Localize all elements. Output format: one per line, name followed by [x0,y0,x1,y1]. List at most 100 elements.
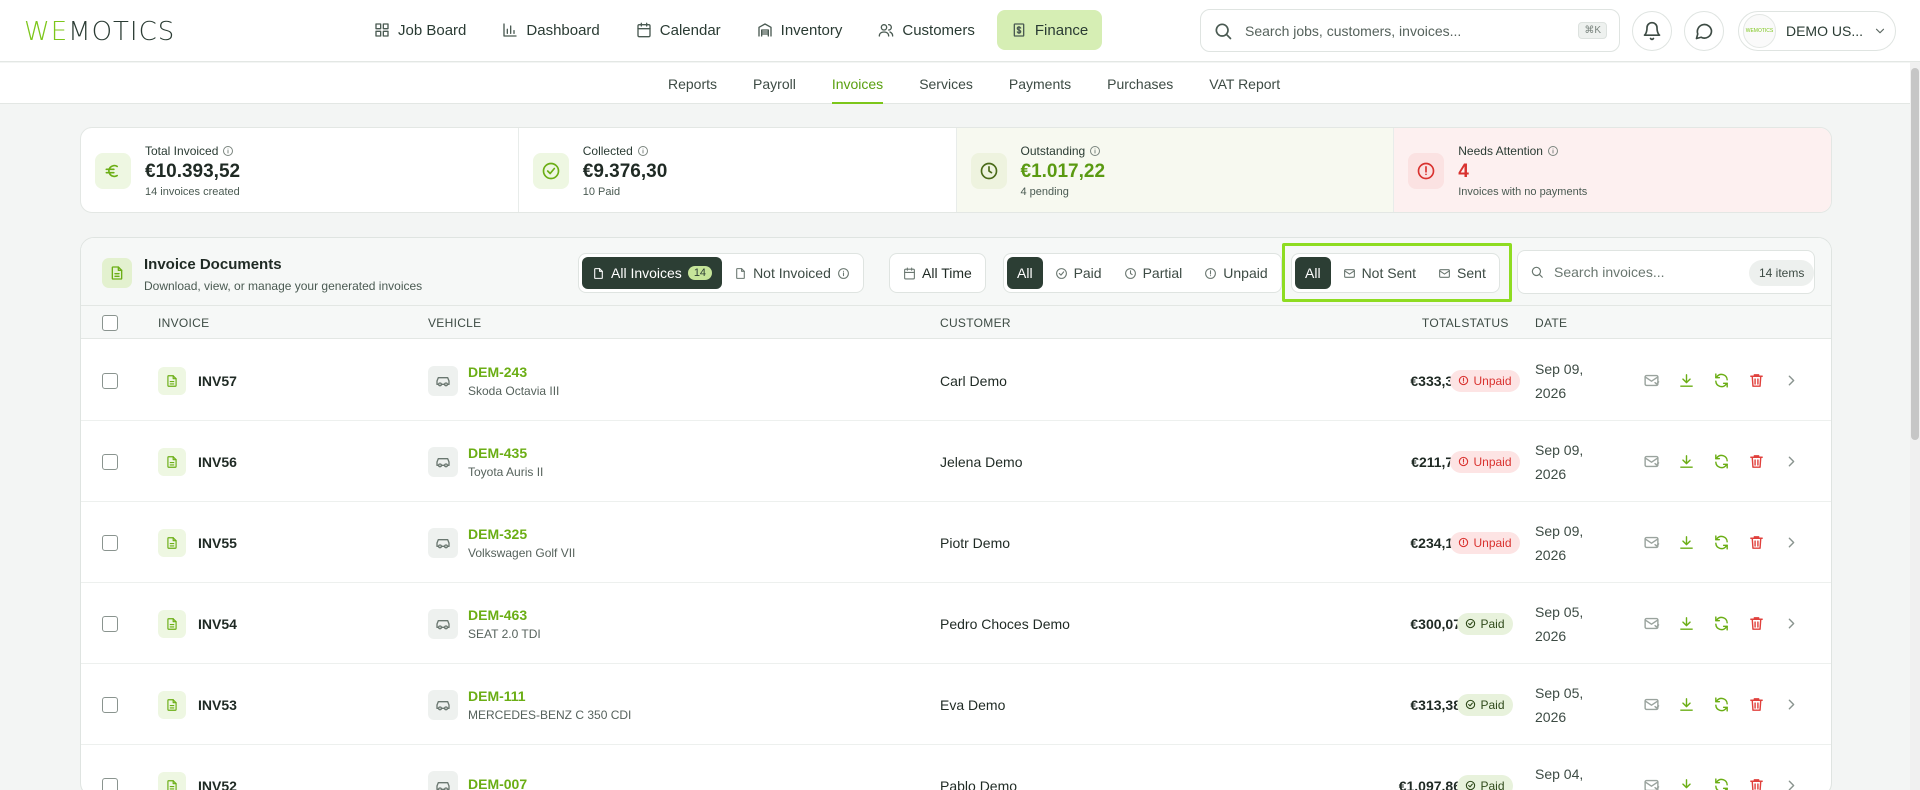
row-actions [1643,502,1800,583]
nav-calendar[interactable]: Calendar [622,10,735,50]
filter-unpaid[interactable]: Unpaid [1194,257,1277,289]
invoice-number[interactable]: INV57 [198,373,237,389]
header-invoice[interactable]: INVOICE [158,306,209,339]
notifications-button[interactable] [1632,11,1672,51]
regenerate-icon[interactable] [1713,372,1730,389]
regenerate-icon[interactable] [1713,453,1730,470]
send-email-icon[interactable] [1643,696,1660,713]
tab-payroll[interactable]: Payroll [735,63,814,104]
row-checkbox[interactable] [102,583,118,664]
row-checkbox[interactable] [102,340,118,421]
status-cell: Paid [1435,664,1535,745]
trash-icon[interactable] [1748,615,1765,632]
trash-icon[interactable] [1748,777,1765,790]
chevron-right-icon[interactable] [1783,696,1800,713]
chevron-right-icon[interactable] [1783,453,1800,470]
row-checkbox[interactable] [102,745,118,790]
chevron-right-icon[interactable] [1783,372,1800,389]
regenerate-icon[interactable] [1713,615,1730,632]
page-scrollbar[interactable] [1910,62,1920,790]
invoice-number[interactable]: INV52 [198,778,237,790]
vehicle-plate[interactable]: DEM-111 [468,688,631,704]
nav-finance[interactable]: Finance [996,10,1103,50]
filter-partial[interactable]: Partial [1114,257,1193,289]
messages-button[interactable] [1684,11,1724,51]
row-checkbox[interactable] [102,421,118,502]
tab-purchases[interactable]: Purchases [1089,63,1191,104]
search-icon [1530,265,1544,279]
header-date[interactable]: DATE [1535,306,1567,339]
download-icon[interactable] [1678,534,1695,551]
nav-inventory[interactable]: Inventory [743,10,857,50]
download-icon[interactable] [1678,615,1695,632]
scrollbar-thumb[interactable] [1911,68,1919,440]
select-all-checkbox[interactable] [102,306,118,339]
filter-paid[interactable]: Paid [1045,257,1112,289]
table-row[interactable]: INV52 DEM-007 Pablo Demo €1.097,86 Paid … [81,745,1831,790]
download-icon[interactable] [1678,372,1695,389]
tab-vat-report[interactable]: VAT Report [1191,63,1298,104]
vehicle-plate[interactable]: DEM-463 [468,607,541,623]
row-checkbox[interactable] [102,502,118,583]
tab-invoices[interactable]: Invoices [814,63,901,104]
global-search-input[interactable]: Search jobs, customers, invoices... ⌘K [1200,9,1620,52]
info-icon[interactable] [1089,145,1101,157]
table-row[interactable]: INV54 DEM-463 SEAT 2.0 TDI Pedro Choces … [81,583,1831,664]
info-icon[interactable] [222,145,234,157]
send-email-icon[interactable] [1643,453,1660,470]
tab-reports[interactable]: Reports [650,63,735,104]
send-email-icon[interactable] [1643,615,1660,632]
table-row[interactable]: INV53 DEM-111 MERCEDES-BENZ C 350 CDI Ev… [81,664,1831,745]
nav-job-board[interactable]: Job Board [360,10,480,50]
vehicle-plate[interactable]: DEM-325 [468,526,575,542]
tab-services[interactable]: Services [901,63,991,104]
user-menu-button[interactable]: WEMOTICS DEMO US... [1738,11,1896,51]
send-email-icon[interactable] [1643,777,1660,790]
table-row[interactable]: INV56 DEM-435 Toyota Auris II Jelena Dem… [81,421,1831,502]
document-icon [158,609,186,638]
car-icon [428,689,458,720]
filter-not-invoiced[interactable]: Not Invoiced [724,257,860,289]
table-row[interactable]: INV55 DEM-325 Volkswagen Golf VII Piotr … [81,502,1831,583]
download-icon[interactable] [1678,777,1695,790]
info-icon[interactable] [837,267,850,280]
trash-icon[interactable] [1748,534,1765,551]
brand-logo[interactable]: WEMOTICS [24,17,175,47]
regenerate-icon[interactable] [1713,777,1730,790]
status-badge: Unpaid [1450,531,1520,554]
filter-payment-all[interactable]: All [1007,257,1043,289]
invoice-number[interactable]: INV54 [198,616,237,632]
trash-icon[interactable] [1748,696,1765,713]
header-customer[interactable]: CUSTOMER [940,306,1011,339]
table-row[interactable]: INV57 DEM-243 Skoda Octavia III Carl Dem… [81,340,1831,421]
regenerate-icon[interactable] [1713,696,1730,713]
invoice-number[interactable]: INV56 [198,454,237,470]
invoice-number[interactable]: INV53 [198,697,237,713]
tab-payments[interactable]: Payments [991,63,1089,104]
filter-all-invoices[interactable]: All Invoices 14 [582,257,723,289]
chevron-right-icon[interactable] [1783,615,1800,632]
info-icon[interactable] [637,145,649,157]
invoice-search-field[interactable] [1554,264,1774,280]
regenerate-icon[interactable] [1713,534,1730,551]
send-email-icon[interactable] [1643,534,1660,551]
header-vehicle[interactable]: VEHICLE [428,306,481,339]
vehicle-plate[interactable]: DEM-243 [468,364,559,380]
header-status[interactable]: STATUS [1435,306,1535,339]
chevron-right-icon[interactable] [1783,777,1800,790]
trash-icon[interactable] [1748,453,1765,470]
nav-customers[interactable]: Customers [864,10,989,50]
trash-icon[interactable] [1748,372,1765,389]
chevron-right-icon[interactable] [1783,534,1800,551]
send-email-icon[interactable] [1643,372,1660,389]
vehicle-plate[interactable]: DEM-007 [468,776,527,790]
document-icon [158,690,186,719]
download-icon[interactable] [1678,453,1695,470]
invoice-number[interactable]: INV55 [198,535,237,551]
row-checkbox[interactable] [102,664,118,745]
vehicle-plate[interactable]: DEM-435 [468,445,543,461]
nav-dashboard[interactable]: Dashboard [488,10,613,50]
info-icon[interactable] [1547,145,1559,157]
filter-all-time[interactable]: All Time [893,257,982,289]
download-icon[interactable] [1678,696,1695,713]
